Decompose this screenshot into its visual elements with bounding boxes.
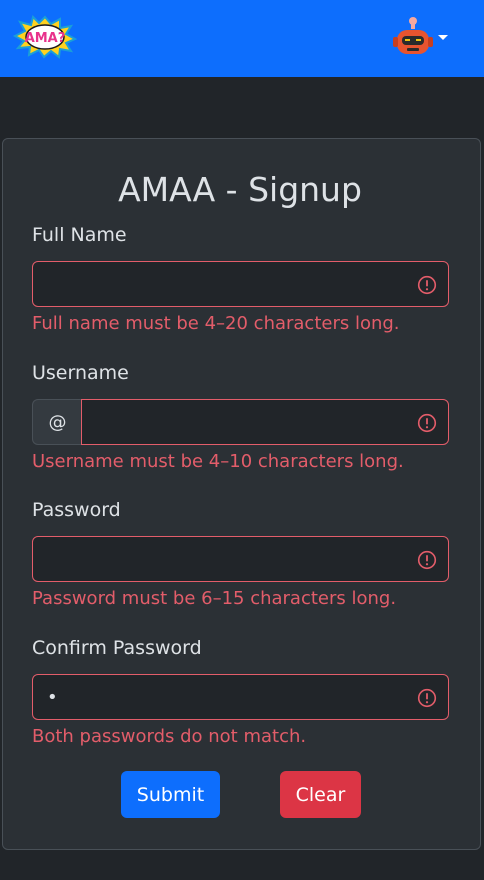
submit-button[interactable]: Submit	[121, 771, 220, 818]
password-input[interactable]	[33, 537, 448, 581]
invalid-icon	[417, 550, 437, 570]
brand-logo[interactable]: AMA?	[13, 15, 77, 59]
page-title: AMAA - Signup	[118, 170, 362, 209]
caret-down-icon	[438, 35, 448, 40]
username-input[interactable]	[82, 400, 448, 444]
clear-button[interactable]: Clear	[280, 771, 361, 818]
username-field-wrapper	[81, 399, 449, 445]
password-field-wrapper	[32, 536, 449, 582]
user-menu-toggle[interactable]	[393, 15, 453, 59]
username-label: Username	[32, 362, 129, 384]
at-prefix: @	[32, 399, 82, 445]
invalid-icon	[417, 688, 437, 708]
logo-text: AMA?	[25, 31, 66, 46]
invalid-icon	[417, 413, 437, 433]
full-name-field-wrapper	[32, 261, 449, 307]
invalid-icon	[417, 275, 437, 295]
confirm-password-error: Both passwords do not match.	[32, 726, 307, 747]
full-name-error: Full name must be 4–20 characters long.	[32, 313, 400, 334]
robot-avatar-icon	[393, 17, 433, 54]
username-error: Username must be 4–10 characters long.	[32, 451, 404, 472]
full-name-label: Full Name	[32, 224, 127, 246]
navbar: AMA?	[0, 0, 484, 77]
password-label: Password	[32, 499, 121, 521]
confirm-password-field-wrapper	[32, 674, 449, 720]
confirm-password-label: Confirm Password	[32, 637, 202, 659]
confirm-password-input[interactable]	[33, 675, 448, 719]
password-error: Password must be 6–15 characters long.	[32, 588, 397, 609]
full-name-input[interactable]	[33, 262, 448, 306]
